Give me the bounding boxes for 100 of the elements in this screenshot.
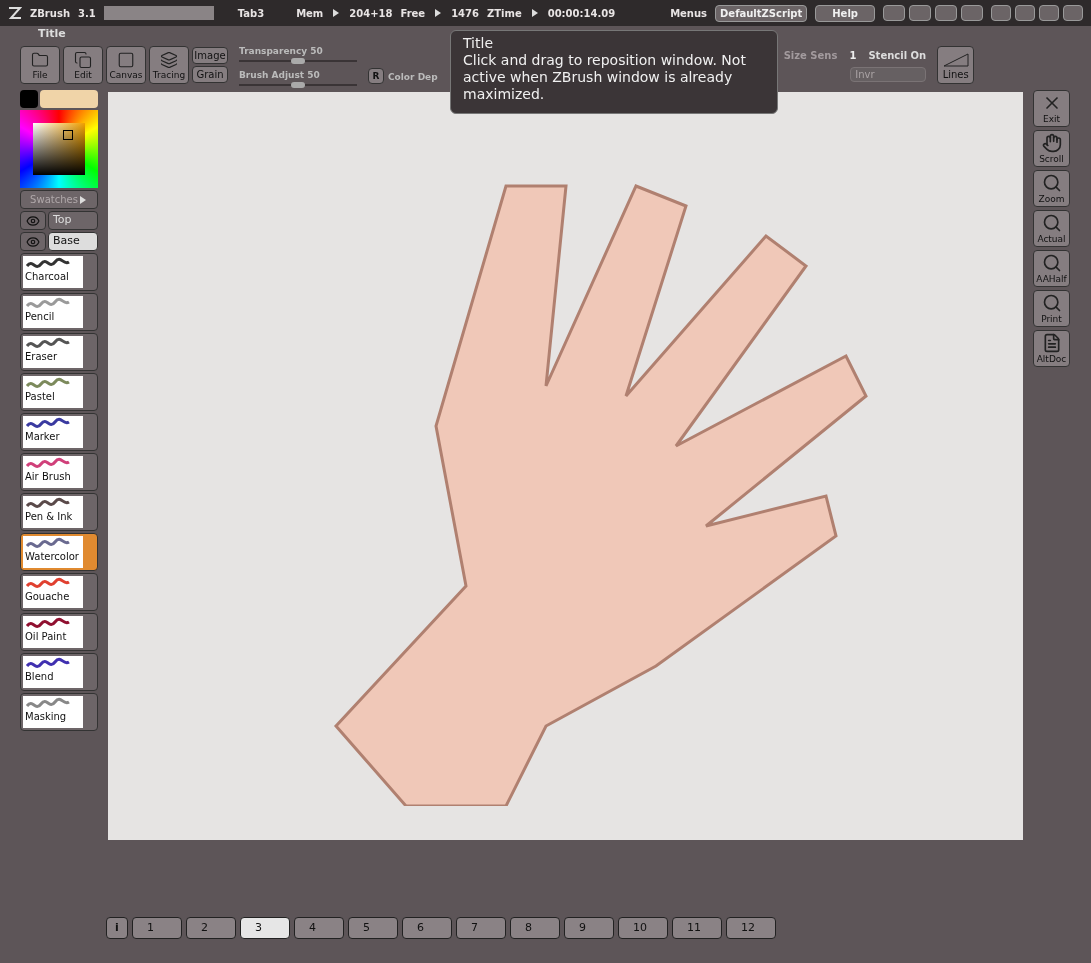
- brush-label: Pastel: [24, 392, 56, 402]
- app-version: 3.1: [78, 6, 96, 21]
- brush-button[interactable]: Pastel: [20, 373, 98, 411]
- color-picker[interactable]: [20, 110, 98, 188]
- memory-value: 204+18: [349, 6, 393, 21]
- brush-button[interactable]: Marker: [20, 413, 98, 451]
- eye-icon: [26, 213, 40, 228]
- brush-label: Eraser: [24, 352, 59, 362]
- eye-toggle[interactable]: [20, 232, 46, 251]
- magnifier-icon: [1041, 252, 1062, 273]
- shelf-button[interactable]: Actual: [1033, 210, 1070, 247]
- menus-label: Menus: [670, 6, 708, 21]
- brush-button[interactable]: Charcoal: [20, 253, 98, 291]
- zbrush-logo-icon: [8, 6, 22, 20]
- layer-button[interactable]: Top: [48, 211, 98, 230]
- brush-label: Pencil: [24, 312, 56, 322]
- brush-label: Marker: [24, 432, 61, 442]
- document-tab[interactable]: 9: [564, 917, 614, 939]
- primary-color-swatch[interactable]: [20, 90, 38, 108]
- document-tab[interactable]: 10: [618, 917, 668, 939]
- document-tab[interactable]: 7: [456, 917, 506, 939]
- lines-button[interactable]: Lines: [937, 46, 975, 84]
- toolbar-button[interactable]: Canvas: [106, 46, 146, 84]
- small-button[interactable]: Image: [192, 47, 228, 64]
- free-label: Free: [400, 6, 426, 21]
- document-tab[interactable]: 5: [348, 917, 398, 939]
- brush-label: Pen & Ink: [24, 512, 74, 522]
- slider-thumb[interactable]: [291, 58, 305, 64]
- window-control-icon[interactable]: [1039, 5, 1059, 21]
- tooltip-title: Title: [463, 35, 494, 52]
- copy-icon: [74, 50, 92, 69]
- brush-label: Blend: [24, 672, 55, 682]
- palette-title[interactable]: Title: [38, 25, 66, 43]
- toolbar-button[interactable]: Edit: [63, 46, 103, 84]
- window-control-icon[interactable]: [991, 5, 1011, 21]
- secondary-color-swatch[interactable]: [40, 90, 98, 108]
- brush-button[interactable]: Gouache: [20, 573, 98, 611]
- brush-label: Charcoal: [24, 272, 70, 282]
- magnifier-icon: [1041, 292, 1062, 313]
- magnifier-icon: [1041, 212, 1062, 233]
- window-control-icon[interactable]: [883, 5, 905, 21]
- triangle-icon: [435, 9, 442, 17]
- ztime-value: 00:00:14.09: [547, 6, 616, 21]
- script-button[interactable]: DefaultZScript: [715, 4, 808, 22]
- document-tab[interactable]: 3: [240, 917, 290, 939]
- layers-icon: [160, 50, 178, 69]
- brush-button[interactable]: Watercolor: [20, 533, 98, 571]
- window-control-icon[interactable]: [935, 5, 957, 21]
- brush-button[interactable]: Masking: [20, 693, 98, 731]
- document-tab[interactable]: 6: [402, 917, 452, 939]
- brush-label: Gouache: [24, 592, 71, 602]
- stencil-label[interactable]: Stencil On: [868, 48, 927, 63]
- folder-icon: [31, 50, 49, 69]
- brush-label: Oil Paint: [24, 632, 68, 642]
- shelf-button[interactable]: Scroll: [1033, 130, 1070, 167]
- document-tab[interactable]: 1: [132, 917, 182, 939]
- layer-button[interactable]: Base: [48, 232, 98, 251]
- slider[interactable]: Brush Adjust 50: [239, 67, 357, 87]
- picker-handle-icon[interactable]: [63, 130, 73, 140]
- slider[interactable]: Transparency 50: [239, 43, 357, 63]
- document-tab[interactable]: 8: [510, 917, 560, 939]
- slider-label: Transparency 50: [239, 46, 323, 56]
- toolbar-button[interactable]: File: [20, 46, 60, 84]
- window-control-icon[interactable]: [909, 5, 931, 21]
- brush-button[interactable]: Eraser: [20, 333, 98, 371]
- size-sens-label: Size Sens: [783, 49, 838, 63]
- tooltip-text: Click and drag to reposition window. Not active when ZBrush window is already maximized.: [463, 52, 747, 103]
- shelf-button[interactable]: Exit: [1033, 90, 1070, 127]
- slider-thumb[interactable]: [291, 82, 305, 88]
- lines-icon: [942, 53, 969, 67]
- document-tab[interactable]: 12: [726, 917, 776, 939]
- toolbar-button[interactable]: Tracing: [149, 46, 189, 84]
- brush-button[interactable]: Air Brush: [20, 453, 98, 491]
- brush-label: Masking: [24, 712, 68, 722]
- eye-icon: [26, 234, 40, 249]
- shelf-button[interactable]: AltDoc: [1033, 330, 1070, 367]
- hand-icon: [1041, 132, 1062, 153]
- brush-button[interactable]: Pen & Ink: [20, 493, 98, 531]
- help-button[interactable]: Help: [815, 4, 875, 22]
- shelf-button[interactable]: AAHalf: [1033, 250, 1070, 287]
- window-control-icon[interactable]: [1015, 5, 1035, 21]
- square-icon: [117, 50, 135, 69]
- window-control-icon[interactable]: [1063, 5, 1083, 21]
- r-button[interactable]: R: [368, 68, 384, 84]
- brush-button[interactable]: Blend: [20, 653, 98, 691]
- document-tab[interactable]: 2: [186, 917, 236, 939]
- ztime-label: ZTime: [487, 6, 522, 21]
- brush-button[interactable]: Pencil: [20, 293, 98, 331]
- info-button[interactable]: i: [106, 917, 128, 939]
- document-tab[interactable]: 11: [672, 917, 722, 939]
- memory-label: Mem: [296, 6, 324, 21]
- shelf-button[interactable]: Zoom: [1033, 170, 1070, 207]
- triangle-icon: [333, 9, 340, 17]
- document-tab[interactable]: 4: [294, 917, 344, 939]
- document-name: Tab3: [237, 6, 265, 21]
- small-button[interactable]: Grain: [192, 66, 228, 83]
- window-control-icon[interactable]: [961, 5, 983, 21]
- brush-button[interactable]: Oil Paint: [20, 613, 98, 651]
- eye-toggle[interactable]: [20, 211, 46, 230]
- shelf-button[interactable]: Print: [1033, 290, 1070, 327]
